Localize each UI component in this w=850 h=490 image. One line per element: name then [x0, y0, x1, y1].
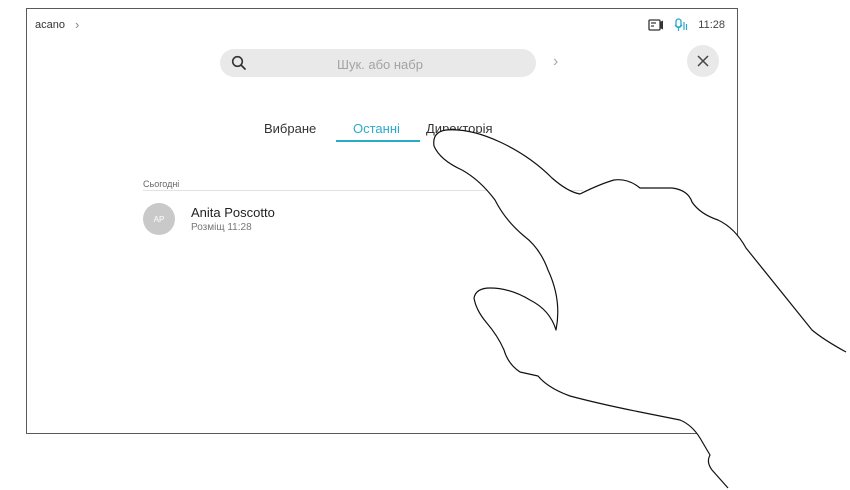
tab-favorites[interactable]: Вибране: [264, 121, 316, 136]
search-icon: [231, 55, 247, 76]
screen-share-icon[interactable]: [648, 19, 664, 31]
search-input[interactable]: [260, 49, 500, 79]
close-button[interactable]: [687, 45, 719, 77]
top-bar: acano › 11:28: [27, 9, 737, 43]
contact-detail: Розміщ 11:28: [191, 222, 252, 233]
list-item[interactable]: AP Anita Poscotto Розміщ 11:28: [143, 203, 583, 239]
active-tab-indicator: [336, 140, 420, 142]
tab-recents[interactable]: Останні: [353, 121, 400, 136]
tab-directory[interactable]: Директорія: [426, 121, 493, 136]
avatar: AP: [143, 203, 175, 235]
mic-active-icon[interactable]: [674, 18, 688, 32]
tab-bar: Вибране Останні Директорія: [27, 121, 737, 145]
section-divider: [143, 190, 583, 191]
section-header-today: Сьогодні: [143, 179, 180, 189]
device-name[interactable]: acano: [35, 19, 65, 31]
search-go-chevron-icon[interactable]: ›: [553, 53, 558, 71]
search-bar[interactable]: [220, 49, 536, 79]
device-chevron-icon[interactable]: ›: [75, 17, 79, 32]
status-area: 11:28: [638, 18, 725, 32]
touch-panel-screen: acano › 11:28 Шук. або набр › Вибране Ос…: [26, 8, 738, 434]
clock-time: 11:28: [698, 19, 725, 31]
close-icon: [697, 55, 709, 67]
contact-name: Anita Poscotto: [191, 205, 275, 220]
